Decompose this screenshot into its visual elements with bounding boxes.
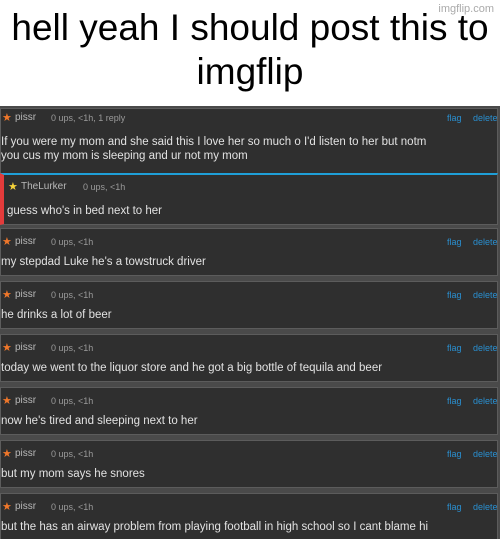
comment-meta: ★ pissr 0 ups, <1h flag delete [1,339,497,357]
username[interactable]: pissr [15,498,36,516]
delete-link[interactable]: delete [473,392,497,410]
comment: ★ pissr 0 ups, <1h flag delete but the h… [0,493,498,539]
star-icon: ★ [8,181,18,193]
delete-link[interactable]: delete [473,109,497,127]
username[interactable]: pissr [15,286,36,304]
username[interactable]: TheLurker [21,178,67,196]
star-icon: ★ [2,236,12,248]
delete-link[interactable]: delete [473,233,497,251]
delete-link[interactable]: delete [473,445,497,463]
comment: ★ pissr 0 ups, <1h flag delete now he's … [0,387,498,435]
comment-stats: 0 ups, <1h [51,449,94,459]
comment-meta: ★ pissr 0 ups, <1h, 1 reply flag delete [1,109,497,127]
delete-link[interactable]: delete [473,286,497,304]
flag-link[interactable]: flag [447,445,462,463]
flag-link[interactable]: flag [447,392,462,410]
delete-link[interactable]: delete [473,339,497,357]
star-icon: ★ [2,448,12,460]
meme-caption: hell yeah I should post this to imgflip [11,7,489,92]
comment-stats: 0 ups, <1h [51,502,94,512]
comment-text-line: now he's tired and sleeping next to her [1,415,198,427]
flag-link[interactable]: flag [447,339,462,357]
comment-text-line: but my mom says he snores [1,468,145,480]
comment-text-line: If you were my mom and she said this I l… [1,136,427,148]
comment-text-line: today we went to the liquor store and he… [1,362,383,374]
star-icon: ★ [2,342,12,354]
comment-text-line: guess who's in bed next to her [7,205,162,217]
username[interactable]: pissr [15,392,36,410]
comment-meta: ★ pissr 0 ups, <1h flag delete [1,286,497,304]
comment-stats: 0 ups, <1h [51,290,94,300]
comment: ★ pissr 0 ups, <1h flag delete my stepda… [0,228,498,276]
username[interactable]: pissr [15,339,36,357]
comment-stats: 0 ups, <1h [51,396,94,406]
star-icon: ★ [2,112,12,124]
comment: ★ pissr 0 ups, <1h flag delete today we … [0,334,498,382]
comment-text-line: my stepdad Luke he's a towstruck driver [1,256,206,268]
flag-link[interactable]: flag [447,498,462,516]
comment-text-line: you cus my mom is sleeping and ur not my… [1,150,248,162]
flag-link[interactable]: flag [447,286,462,304]
username[interactable]: pissr [15,109,36,127]
comment-stats: 0 ups, <1h [83,182,126,192]
reply-comment: ★ TheLurker 0 ups, <1h guess who's in be… [0,173,498,225]
comment-text-line: he drinks a lot of beer [1,309,112,321]
comment-text-line: but the has an airway problem from playi… [1,521,429,533]
comment-stats: 0 ups, <1h, 1 reply [51,113,126,123]
comment-thread: ★ pissr 0 ups, <1h, 1 reply flag delete … [0,106,500,539]
star-icon: ★ [2,289,12,301]
comment-stats: 0 ups, <1h [51,343,94,353]
delete-link[interactable]: delete [473,498,497,516]
comment-meta: ★ pissr 0 ups, <1h flag delete [1,445,497,463]
flag-link[interactable]: flag [447,109,462,127]
comment-stats: 0 ups, <1h [51,237,94,247]
comment-meta: ★ TheLurker 0 ups, <1h [4,178,497,196]
username[interactable]: pissr [15,445,36,463]
comment: ★ pissr 0 ups, <1h flag delete but my mo… [0,440,498,488]
flag-link[interactable]: flag [447,233,462,251]
star-icon: ★ [2,395,12,407]
comment: ★ pissr 0 ups, <1h, 1 reply flag delete … [0,108,498,174]
comment-meta: ★ pissr 0 ups, <1h flag delete [1,233,497,251]
star-icon: ★ [2,501,12,513]
comment-meta: ★ pissr 0 ups, <1h flag delete [1,498,497,516]
comment-meta: ★ pissr 0 ups, <1h flag delete [1,392,497,410]
username[interactable]: pissr [15,233,36,251]
comment: ★ pissr 0 ups, <1h flag delete he drinks… [0,281,498,329]
imgflip-watermark: imgflip.com [438,3,494,15]
